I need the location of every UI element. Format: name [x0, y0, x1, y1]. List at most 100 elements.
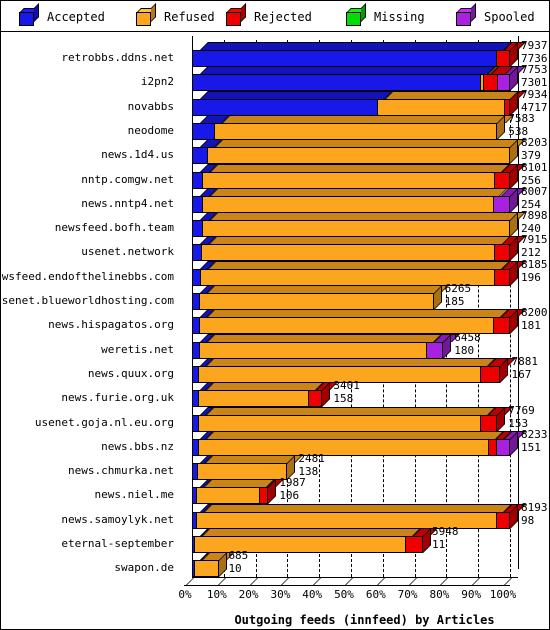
bar-top-face [210, 163, 511, 172]
legend-item-refused[interactable]: Refused [136, 3, 215, 28]
bar-segment-rejected [405, 536, 423, 553]
bar-segment-refused [206, 147, 510, 165]
category-label: newsfeed.endofthelinebbs.com [0, 269, 174, 283]
bar-segment-refused [197, 390, 310, 408]
legend-item-rejected[interactable]: Rejected [226, 3, 312, 28]
x-axis-tick-label: 80% [429, 588, 450, 602]
bar-top-face [200, 66, 496, 75]
bar-segment-rejected [482, 74, 499, 92]
category-label: news.chmurka.net [68, 464, 174, 478]
x-axis-tick-label: 40% [302, 588, 323, 602]
x-axis-tick-label: 0% [178, 588, 192, 602]
bar-segment-spooled [495, 438, 510, 456]
legend-item-spooled[interactable]: Spooled [456, 3, 535, 28]
category-label: news.bbs.nz [101, 439, 174, 453]
category-label: eternal-september [61, 537, 174, 550]
legend-label: Rejected [254, 10, 312, 24]
bar-value-offered: 10 [228, 562, 242, 576]
category-label: news.hispagatos.org [48, 318, 174, 332]
category-label: nntp.comgw.net [81, 172, 174, 186]
bar-value-offered: 106 [279, 489, 300, 503]
bar-value-offered: 11 [431, 538, 446, 551]
category-label: novabbs [127, 99, 174, 113]
bar-value-total: 7881 [511, 354, 538, 368]
category-label: neodome [127, 123, 174, 137]
bar-value-offered: 4717 [521, 100, 548, 114]
x-axis-tick-label: 60% [365, 588, 386, 602]
bar-segment-rejected [494, 244, 510, 262]
category-label: i2pn2 [140, 75, 174, 89]
x-axis-tick-label: 100% [489, 588, 517, 602]
x-axis-tick-label: 20% [238, 588, 259, 602]
x-axis-tick-label: 70% [397, 588, 418, 602]
bar-value-total: 6265 [444, 282, 472, 295]
chart-plot: retrobbs.ddns.net i2pn2 novabbs neodome news… [1, 32, 549, 629]
bar-segment-refused [197, 463, 288, 481]
bar-top-face [204, 479, 276, 488]
bar-segment-refused [194, 536, 407, 553]
bar-value-offered: 180 [454, 343, 475, 357]
bar-segment-accepted [192, 74, 481, 92]
plot-area: 7937 7736 7753 7301 7934 4717 7583 538 8203 379 81… [178, 32, 549, 629]
bar-value-offered: 167 [511, 367, 532, 381]
cube-icon [19, 3, 39, 26]
bar-value-total: 7769 [508, 403, 535, 417]
bar-top-face [207, 260, 511, 269]
category-label: news.niel.me [94, 488, 174, 502]
bar-value-total: 7937 [521, 39, 548, 52]
bar-segment-accepted [192, 50, 497, 67]
bar-segment-refused [199, 293, 434, 310]
category-label: news.samoylyk.net [61, 512, 174, 526]
bar-value-offered: 185 [444, 295, 465, 308]
bar-segment-refused [197, 438, 489, 456]
bar-segment-refused [194, 560, 220, 578]
category-axis: retrobbs.ddns.net i2pn2 novabbs neodome news… [1, 32, 180, 577]
bar-value-total: 7583 [508, 111, 535, 125]
bar-value-total: 8007 [521, 184, 548, 198]
bar-segment-rejected [259, 487, 269, 505]
bar-value-offered: 256 [521, 173, 541, 187]
category-label: swapon.de [114, 561, 174, 575]
bar-top-face [210, 187, 509, 196]
legend-item-accepted[interactable]: Accepted [19, 3, 105, 28]
bar-segment-refused [202, 171, 496, 189]
bar-value-offered: 196 [521, 270, 541, 284]
bar-value-total: 8185 [521, 257, 548, 271]
bar-segment-refused [213, 122, 498, 140]
bar-top-face [205, 430, 504, 439]
bar-segment-rejected [494, 268, 510, 286]
category-label: news.quux.org [87, 366, 174, 380]
bar-top-face [206, 406, 497, 415]
chart-legend: Accepted Refused Rejected Missing Spooled [1, 1, 549, 32]
bar-value-offered: 158 [333, 392, 354, 406]
bar-top-face [206, 357, 497, 366]
bar-value-total: 5948 [431, 525, 459, 538]
bar-segment-refused [201, 220, 510, 238]
bar-value-total: 8233 [521, 427, 548, 441]
bar-value-total: 8203 [521, 136, 548, 150]
legend-item-missing[interactable]: Missing [346, 3, 425, 28]
bar-value-offered: 181 [521, 319, 541, 333]
category-label: weretis.net [101, 342, 174, 356]
bar-value-total: 8200 [521, 306, 548, 320]
bar-value-offered: 7301 [521, 76, 548, 90]
bar-segment-spooled [425, 341, 444, 359]
category-label: news.furie.org.uk [61, 391, 174, 405]
legend-label: Refused [164, 10, 215, 24]
bar-segment-spooled [492, 195, 510, 213]
chart-window: Accepted Refused Rejected Missing Spooled re… [0, 0, 550, 630]
bar-top-face [203, 503, 512, 512]
bar-value-total: 7934 [521, 87, 548, 101]
bar-segment-refused [202, 195, 494, 213]
bar-top-face [205, 382, 325, 391]
category-label: newsfeed.bofh.team [54, 221, 174, 235]
x-axis-line [184, 585, 510, 587]
x-axis-line-back [192, 577, 518, 579]
x-axis-tick-label: 30% [270, 588, 291, 602]
bar-segment-spooled [497, 74, 510, 92]
bar-segment-rejected [495, 511, 510, 529]
bar-value-total: 6458 [454, 330, 481, 344]
bar-top-face [208, 236, 511, 245]
bar-value-offered: 153 [508, 416, 529, 430]
bar-top-face [207, 285, 450, 293]
